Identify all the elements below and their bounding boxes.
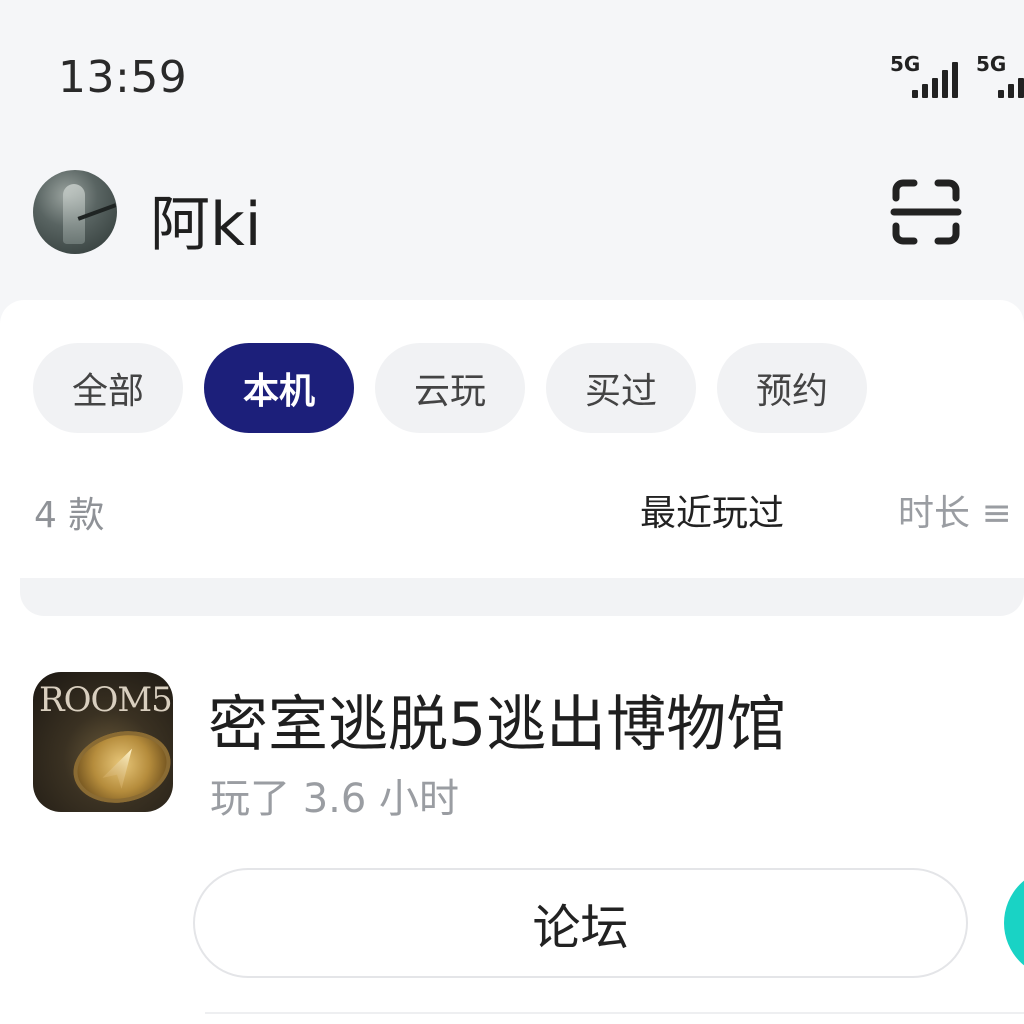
game-title[interactable]: 密室逃脱5逃出博物馆 — [208, 676, 786, 763]
signal-bars-icon — [912, 62, 958, 98]
chip-reserved[interactable]: 预约 — [717, 343, 867, 433]
sort-duration-button[interactable]: 时长 ≡ — [898, 484, 1012, 536]
signal-5g-icon: 5G — [976, 52, 1024, 98]
chip-local[interactable]: 本机 — [204, 343, 354, 433]
signal-5g-icon: 5G — [890, 52, 970, 98]
game-icon[interactable]: ROOM5 — [33, 672, 173, 812]
forum-button[interactable]: 论坛 — [193, 868, 968, 978]
chip-all[interactable]: 全部 — [33, 343, 183, 433]
game-count: 4 款 — [34, 495, 105, 536]
avatar[interactable] — [33, 170, 117, 254]
username[interactable]: 阿ki — [150, 176, 261, 263]
game-logo-text: ROOM5 — [39, 680, 173, 720]
game-playtime: 玩了 3.6 小时 — [210, 776, 460, 822]
chip-purchased[interactable]: 买过 — [546, 343, 696, 433]
status-signals: 5G 5G — [890, 52, 1024, 98]
scan-icon — [890, 179, 962, 245]
chip-cloud[interactable]: 云玩 — [375, 343, 525, 433]
sort-recent-button[interactable]: 最近玩过 — [640, 484, 784, 536]
section-divider — [20, 578, 1024, 616]
row-divider — [205, 1012, 1024, 1014]
status-time: 13:59 — [58, 52, 188, 103]
scan-button[interactable] — [890, 178, 962, 246]
app-screen: 13:59 5G 5G 阿ki 全部 本机 云玩 买过 预约 4 款 最近玩过 … — [0, 0, 1024, 1024]
filter-chips: 全部 本机 云玩 买过 预约 — [33, 343, 867, 433]
signal-bars-icon — [998, 62, 1024, 98]
